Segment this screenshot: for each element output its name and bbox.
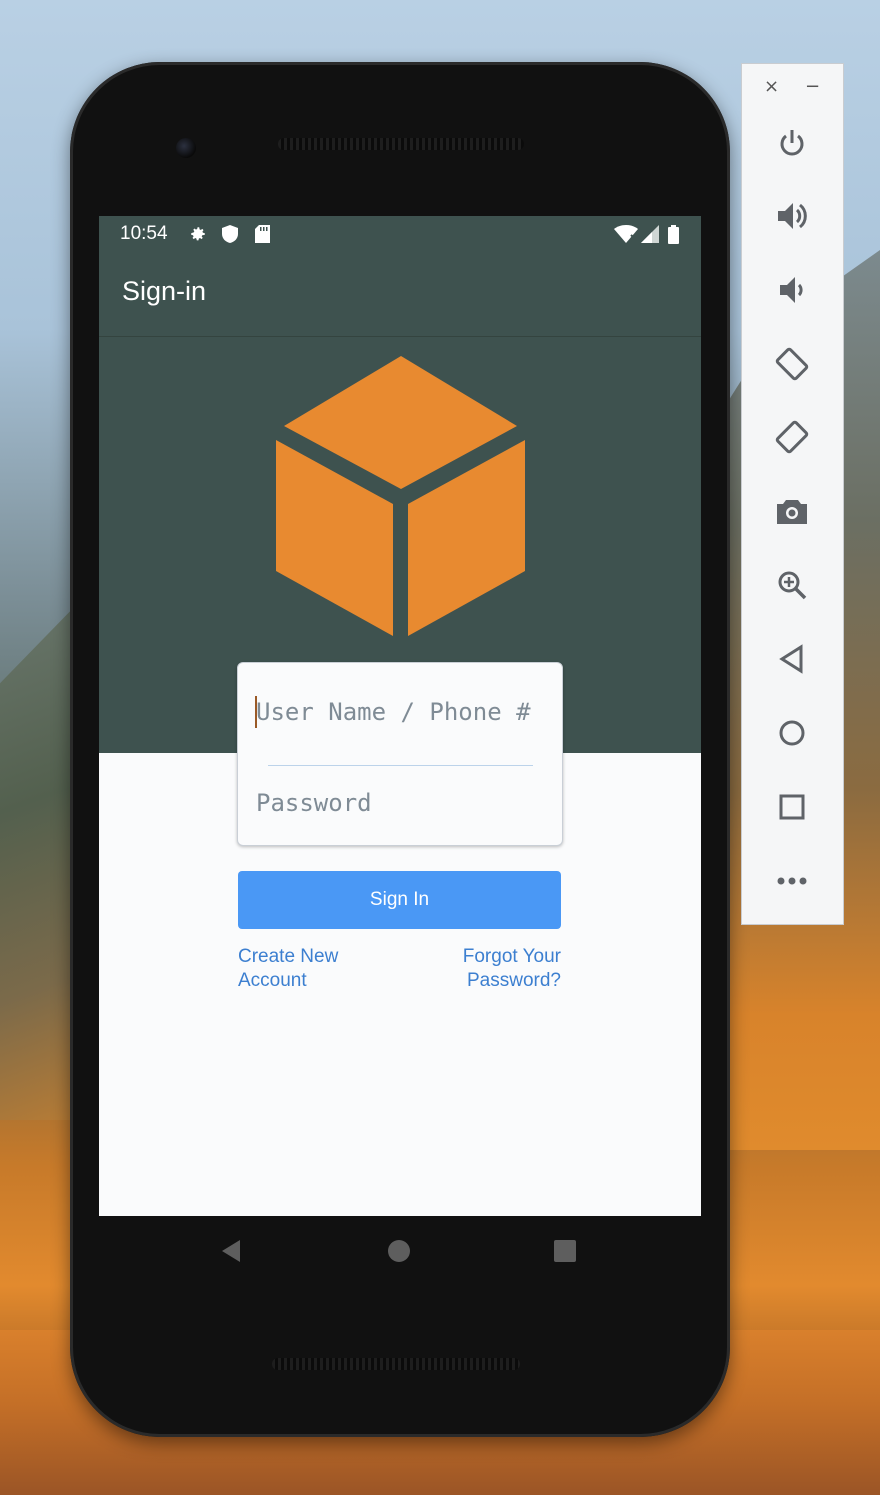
phone-screen: 10:54 Sign-in User Name / Phone # (+1 <box>99 216 701 1216</box>
sd-card-icon <box>252 224 272 244</box>
settings-gear-icon <box>188 224 208 244</box>
volume-up-icon[interactable] <box>772 196 812 236</box>
volume-down-icon[interactable] <box>772 270 812 310</box>
create-account-line2: Account <box>238 970 307 991</box>
cube-logo-icon <box>276 356 525 636</box>
rotate-left-icon[interactable] <box>772 344 812 384</box>
back-icon[interactable] <box>772 639 812 679</box>
app-bar: Sign-in <box>99 254 701 337</box>
emulator-toolbar: × − <box>741 63 844 925</box>
status-bar: 10:54 <box>99 216 701 254</box>
signal-icon <box>640 224 660 244</box>
navigation-bar <box>99 1216 701 1286</box>
battery-icon <box>663 224 683 244</box>
more-icon[interactable] <box>772 861 812 901</box>
bottom-speaker <box>272 1358 520 1370</box>
sign-in-button[interactable]: Sign In <box>238 871 561 929</box>
front-camera <box>176 138 196 158</box>
forgot-password-line2: Password? <box>467 970 561 991</box>
create-account-link[interactable]: Create New Account <box>238 945 338 993</box>
home-icon[interactable] <box>386 1238 412 1264</box>
shield-icon <box>220 224 240 244</box>
minimize-icon[interactable]: − <box>805 76 820 97</box>
close-icon[interactable]: × <box>764 76 779 97</box>
field-divider <box>268 765 533 766</box>
camera-icon[interactable] <box>772 491 812 531</box>
login-card: User Name / Phone # (+1 Password <box>237 662 563 846</box>
recents-icon[interactable] <box>552 1238 578 1264</box>
forgot-password-line1: Forgot Your <box>462 946 561 967</box>
power-icon[interactable] <box>772 123 812 163</box>
back-icon[interactable] <box>219 1238 245 1264</box>
earpiece-speaker <box>278 138 524 150</box>
zoom-icon[interactable] <box>772 565 812 605</box>
overview-icon[interactable] <box>772 787 812 827</box>
username-input[interactable]: User Name / Phone # (+1 <box>256 698 546 726</box>
forgot-password-link[interactable]: Forgot Your Password? <box>429 945 561 993</box>
rotate-right-icon[interactable] <box>772 417 812 457</box>
page-title: Sign-in <box>122 276 207 306</box>
wifi-icon <box>614 224 638 244</box>
home-icon[interactable] <box>772 713 812 753</box>
password-input[interactable]: Password <box>256 789 546 817</box>
create-account-line1: Create New <box>238 946 339 967</box>
status-time: 10:54 <box>120 223 168 244</box>
